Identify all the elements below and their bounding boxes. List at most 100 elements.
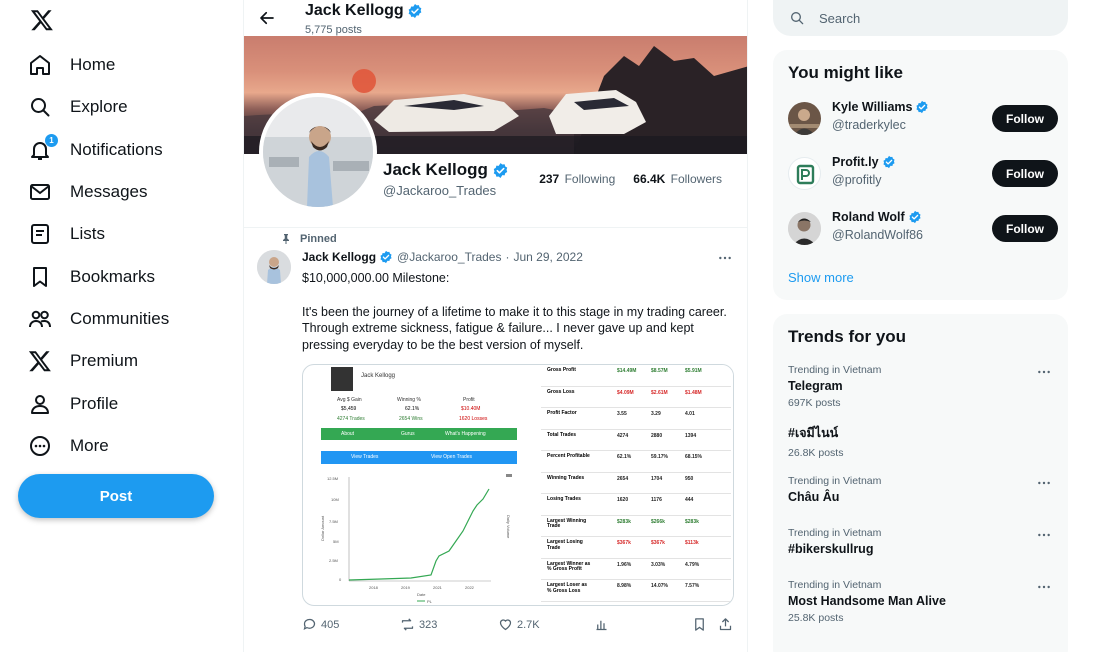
suggestion-handle: @RolandWolf86 bbox=[832, 228, 923, 242]
nav-item-messages[interactable]: Messages bbox=[18, 171, 169, 213]
suggestion-item[interactable]: Profit.ly @profitly Follow bbox=[788, 155, 1058, 191]
media-stat-value: $5,459 bbox=[341, 406, 357, 412]
media-table-label: Largest Losing Trade bbox=[547, 539, 583, 551]
nav-label: Profile bbox=[70, 393, 119, 413]
svg-text:Date: Date bbox=[417, 592, 426, 597]
suggestion-avatar[interactable] bbox=[788, 212, 821, 245]
media-table-value: 3.29 bbox=[651, 411, 661, 417]
trend-more-icon[interactable] bbox=[1036, 527, 1052, 543]
media-stat-value: $10.40M bbox=[461, 406, 481, 412]
nav-label: More bbox=[70, 435, 109, 455]
nav-item-home[interactable]: Home bbox=[18, 44, 169, 86]
media-table-divider bbox=[541, 557, 731, 559]
media-table-value: 68.15% bbox=[685, 454, 702, 460]
search-bar[interactable] bbox=[773, 0, 1068, 36]
trend-more-icon[interactable] bbox=[1036, 475, 1052, 491]
svg-text:12.5M: 12.5M bbox=[327, 476, 338, 481]
svg-text:10M: 10M bbox=[331, 497, 339, 502]
search-input[interactable] bbox=[819, 10, 1039, 26]
suggestion-avatar[interactable] bbox=[788, 157, 821, 190]
tweet-actions: 405 323 2.7K bbox=[302, 617, 734, 635]
list-icon bbox=[28, 222, 52, 246]
media-button: View Trades bbox=[351, 454, 379, 460]
media-table-divider bbox=[541, 407, 731, 408]
media-table-label: Gross Loss bbox=[547, 388, 575, 395]
reply-button[interactable]: 405 bbox=[302, 617, 339, 632]
media-tab: About bbox=[341, 431, 355, 437]
media-table-value: 8.98% bbox=[617, 583, 632, 589]
repost-button[interactable]: 323 bbox=[400, 617, 437, 632]
media-table-value: 1.96% bbox=[617, 561, 632, 568]
bookmark-button[interactable] bbox=[692, 617, 707, 632]
search-icon bbox=[28, 95, 52, 119]
like-button[interactable]: 2.7K bbox=[498, 617, 540, 632]
nav-item-premium[interactable]: Premium bbox=[18, 340, 169, 382]
share-button[interactable] bbox=[718, 617, 733, 632]
trend-item[interactable]: Trending in Vietnam Châu Âu bbox=[788, 475, 1058, 504]
media-tab: What's Happening bbox=[445, 431, 486, 437]
tweet-more-icon[interactable] bbox=[717, 250, 733, 266]
trend-count: 25.8K posts bbox=[788, 612, 844, 624]
nav-list: Home Explore 1 Notifications Messages Li… bbox=[18, 44, 169, 467]
tweet-author-name[interactable]: Jack Kellogg bbox=[302, 250, 376, 264]
trend-more-icon[interactable] bbox=[1036, 364, 1052, 380]
media-table-value: $4.09M bbox=[617, 389, 634, 396]
media-table-label: Largest Loser as % Gross Loss bbox=[547, 582, 588, 594]
who-to-follow-card: You might like Kyle Williams @traderkyle… bbox=[773, 50, 1068, 300]
nav-label: Explore bbox=[70, 97, 128, 117]
follow-button[interactable]: Follow bbox=[992, 105, 1058, 132]
tweet-author-handle[interactable]: @Jackaroo_Trades bbox=[397, 250, 501, 264]
show-more-link[interactable]: Show more bbox=[788, 270, 854, 285]
media-table-value: 950 bbox=[685, 475, 694, 482]
nav-item-explore[interactable]: Explore bbox=[18, 86, 169, 128]
suggestion-avatar[interactable] bbox=[788, 102, 821, 135]
media-table-value: 14.07% bbox=[651, 583, 668, 589]
media-table-value: 444 bbox=[685, 497, 694, 503]
people-icon bbox=[28, 307, 52, 331]
follow-button[interactable]: Follow bbox=[992, 160, 1058, 187]
tweet-text-line2: It's been the journey of a lifetime to m… bbox=[302, 304, 727, 352]
nav-item-communities[interactable]: Communities bbox=[18, 298, 169, 340]
back-arrow-icon[interactable] bbox=[258, 9, 276, 27]
suggestion-name: Kyle Williams bbox=[832, 100, 913, 114]
trend-item[interactable]: Trending in Vietnam Telegram 697K posts bbox=[788, 364, 1058, 409]
svg-text:2022: 2022 bbox=[465, 585, 475, 590]
trend-context: Trending in Vietnam bbox=[788, 364, 882, 376]
tweet-avatar[interactable] bbox=[257, 250, 291, 284]
trend-item[interactable]: Trending in Vietnam #bikerskullrug bbox=[788, 527, 1058, 556]
media-tab: Gurus bbox=[401, 431, 415, 437]
nav-item-profile[interactable]: Profile bbox=[18, 382, 169, 424]
suggestion-item[interactable]: Roland Wolf @RolandWolf86 Follow bbox=[788, 210, 1058, 246]
media-table-label: Winning Trades bbox=[547, 474, 585, 481]
views-button[interactable] bbox=[594, 617, 609, 632]
following-link[interactable]: 237 Following bbox=[539, 172, 615, 186]
tweet-date[interactable]: Jun 29, 2022 bbox=[513, 250, 582, 264]
profile-avatar[interactable] bbox=[259, 93, 377, 211]
x-logo-icon[interactable] bbox=[30, 8, 54, 32]
media-table-divider bbox=[541, 536, 731, 537]
media-stat-label: Avg $ Gain bbox=[337, 397, 362, 403]
nav-item-notifications[interactable]: 1 Notifications bbox=[18, 129, 169, 171]
profile-name: Jack Kellogg bbox=[383, 160, 509, 180]
trend-item[interactable]: #เจมีไนน์ 26.8K posts bbox=[788, 420, 1058, 459]
verified-badge-icon bbox=[379, 250, 393, 264]
media-button: View Open Trades bbox=[431, 454, 473, 460]
tweet-media[interactable]: Jack Kellogg Avg $ Gain Winning % Profit… bbox=[302, 364, 734, 606]
envelope-icon bbox=[28, 180, 52, 204]
nav-item-lists[interactable]: Lists bbox=[18, 213, 169, 255]
suggestion-name-row: Profit.ly bbox=[832, 155, 896, 169]
trend-item[interactable]: Trending in Vietnam Most Handsome Man Al… bbox=[788, 579, 1058, 624]
followers-link[interactable]: 66.4K Followers bbox=[633, 172, 722, 186]
media-table-panel: Gross Profit $14.49M $8.57M $5.91M Gross Los… bbox=[519, 365, 733, 605]
media-table-value: 3.03% bbox=[651, 561, 666, 568]
nav-item-bookmarks[interactable]: Bookmarks bbox=[18, 255, 169, 297]
media-stat-sub: 4274 Trades bbox=[337, 416, 365, 422]
nav-item-more[interactable]: More bbox=[18, 425, 169, 467]
trend-context: Trending in Vietnam bbox=[788, 527, 882, 539]
post-button[interactable]: Post bbox=[18, 474, 214, 518]
svg-text:Dollar Amount: Dollar Amount bbox=[321, 515, 325, 541]
suggestion-item[interactable]: Kyle Williams @traderkylec Follow bbox=[788, 100, 1058, 136]
follow-button[interactable]: Follow bbox=[992, 215, 1058, 242]
profile-header-bar: Jack Kellogg 5,775 posts bbox=[244, 0, 747, 36]
trend-more-icon[interactable] bbox=[1036, 579, 1052, 595]
